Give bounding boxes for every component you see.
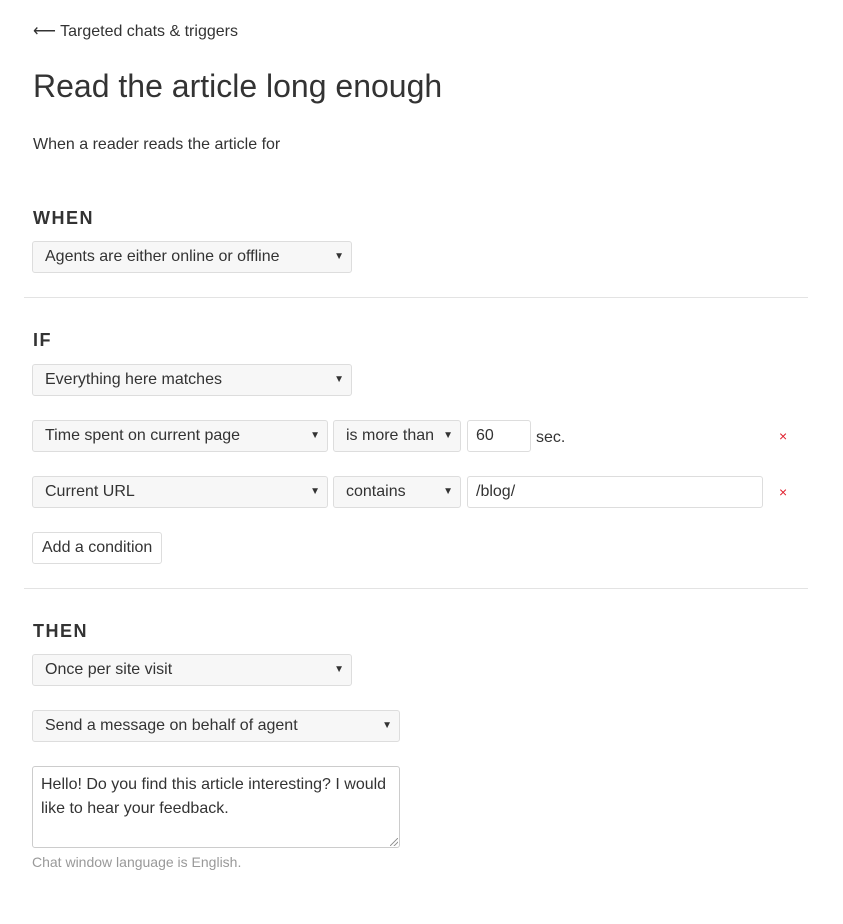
language-hint: Chat window language is English. — [32, 854, 242, 870]
page-description: When a reader reads the article for — [33, 136, 281, 153]
caret-down-icon: ▼ — [334, 664, 344, 675]
when-select-value: Agents are either online or offline — [45, 248, 280, 265]
back-link[interactable]: ⟵ Targeted chats & triggers — [33, 21, 238, 41]
page-title: Read the article long enough — [33, 68, 443, 104]
when-select[interactable]: Agents are either online or offline ▼ — [32, 241, 352, 273]
caret-down-icon: ▼ — [443, 430, 453, 441]
divider — [24, 588, 808, 589]
condition-operator-select[interactable]: is more than ▼ — [333, 420, 461, 452]
frequency-select[interactable]: Once per site visit ▼ — [32, 654, 352, 686]
action-select-value: Send a message on behalf of agent — [45, 717, 298, 734]
divider — [24, 297, 808, 298]
condition-value-input[interactable]: /blog/ — [467, 476, 763, 508]
caret-down-icon: ▼ — [443, 486, 453, 497]
add-condition-button[interactable]: Add a condition — [32, 532, 163, 564]
match-select[interactable]: Everything here matches ▼ — [32, 364, 352, 396]
condition-field-select[interactable]: Current URL ▼ — [32, 476, 328, 508]
condition-operator-value: is more than — [346, 427, 435, 444]
then-heading: THEN — [33, 621, 88, 641]
message-textarea[interactable]: Hello! Do you find this article interest… — [32, 766, 400, 848]
condition-value-input[interactable]: 60 — [467, 420, 531, 452]
caret-down-icon: ▼ — [382, 720, 392, 731]
arrow-left-icon: ⟵ — [33, 23, 56, 40]
condition-operator-select[interactable]: contains ▼ — [333, 476, 461, 508]
remove-condition-icon[interactable]: × — [779, 484, 787, 500]
caret-down-icon: ▼ — [334, 251, 344, 262]
condition-field-select[interactable]: Time spent on current page ▼ — [32, 420, 328, 452]
condition-field-value: Current URL — [45, 483, 135, 500]
caret-down-icon: ▼ — [310, 486, 320, 497]
unit-label: sec. — [536, 429, 566, 446]
if-heading: IF — [33, 330, 52, 350]
back-link-label: Targeted chats & triggers — [60, 23, 238, 40]
frequency-select-value: Once per site visit — [45, 661, 173, 678]
message-text: Hello! Do you find this article interest… — [41, 776, 387, 817]
condition-field-value: Time spent on current page — [45, 427, 241, 444]
action-select[interactable]: Send a message on behalf of agent ▼ — [32, 710, 400, 742]
caret-down-icon: ▼ — [334, 374, 344, 385]
match-select-value: Everything here matches — [45, 371, 222, 388]
when-heading: WHEN — [33, 208, 94, 228]
caret-down-icon: ▼ — [310, 430, 320, 441]
condition-operator-value: contains — [346, 483, 406, 500]
remove-condition-icon[interactable]: × — [779, 428, 787, 444]
resize-handle-icon[interactable] — [390, 838, 398, 846]
